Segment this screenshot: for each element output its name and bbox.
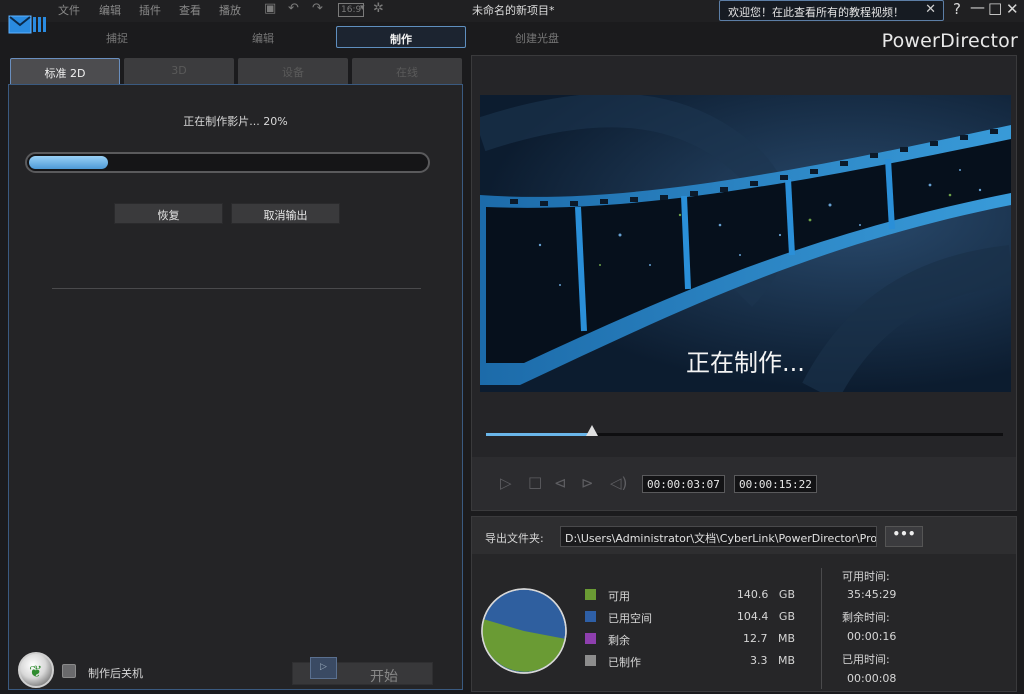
legend-available: 可用 140.6 GB [585, 588, 795, 603]
legend-swatch [585, 655, 596, 666]
welcome-tip-text: 欢迎您！在此查看所有的教程视频！ [728, 6, 904, 19]
production-progress-fill [29, 156, 108, 169]
output-folder-field[interactable]: D:\Users\Administrator\文档\CyberLink\Powe… [560, 526, 877, 547]
menu-plugins[interactable]: 插件 [139, 2, 161, 18]
production-progress-bar [25, 152, 430, 173]
next-frame-icon[interactable]: ⊳ [581, 474, 594, 492]
menu-bar: 文件 编辑 插件 查看 播放 ▣ ↶ ↷ 16:9 ▾ ✲ 未命名的新项目* 欢… [0, 0, 1024, 22]
preview-window: 正在制作... [480, 95, 1011, 392]
play-icon[interactable]: ▷ [500, 474, 512, 492]
seek-thumb[interactable] [586, 425, 598, 436]
seek-progress [486, 433, 592, 436]
preview-caption: 正在制作... [686, 349, 805, 377]
preview-seek-slider[interactable] [486, 425, 1003, 436]
leaf-icon: ❦ [29, 662, 43, 681]
undo-icon[interactable]: ↶ [288, 1, 299, 16]
available-time-label: 可用时间: [842, 570, 890, 583]
output-folder-row: 导出文件夹: D:\Users\Administrator\文档\CyberLi… [472, 517, 1016, 554]
brand-title: PowerDirector [881, 30, 1018, 52]
divider [52, 288, 421, 289]
tab-edit[interactable]: 编辑 [208, 26, 318, 48]
close-icon[interactable]: ✕ [925, 2, 936, 17]
settings-gear-icon[interactable]: ✲ [373, 1, 384, 16]
tab-standard-2d[interactable]: 标准 2D [10, 58, 120, 84]
production-status: 正在制作影片... 20% [183, 115, 288, 128]
previous-frame-icon[interactable]: ⊲ [554, 474, 567, 492]
tab-online[interactable]: 在线 [352, 58, 462, 84]
legend-value: 12.7 MB [742, 632, 795, 645]
legend-produced: 已制作 3.3 MB [585, 654, 795, 669]
production-panel: 正在制作影片... 20% 恢复 取消输出 ❦ 制作后关机 ▷ 开始 [8, 84, 463, 690]
save-icon[interactable]: ▣ [264, 1, 276, 16]
legend-swatch [585, 589, 596, 600]
legend-swatch [585, 611, 596, 622]
elapsed-time-value: 00:00:08 [847, 672, 897, 685]
legend-remaining: 剩余 12.7 MB [585, 632, 795, 647]
help-button[interactable]: ? [953, 0, 961, 18]
minimize-button[interactable]: — [970, 0, 985, 16]
legend-label: 已用空间 [608, 612, 652, 625]
menu-edit[interactable]: 编辑 [99, 2, 121, 18]
legend-value: 3.3 MB [749, 654, 795, 667]
stop-icon[interactable]: □ [528, 473, 542, 491]
legend-label: 已制作 [608, 656, 641, 669]
browse-folder-button[interactable]: ••• [885, 526, 923, 547]
menu-playback[interactable]: 播放 [219, 2, 241, 18]
playback-controls: ▷ □ ⊲ ⊳ ◁) 00:00:03:07 00:00:15:22 [472, 457, 1016, 510]
current-timecode: 00:00:03:07 [642, 475, 725, 493]
menu-view[interactable]: 查看 [179, 2, 201, 18]
mode-tabs: 捕捉 编辑 制作 创建光盘 [0, 24, 1024, 50]
power-saving-leaf-icon[interactable]: ❦ [18, 652, 54, 688]
window-title: 未命名的新项目* [472, 4, 555, 17]
welcome-tutorial-tip[interactable]: 欢迎您！在此查看所有的教程视频！ ✕ [719, 0, 944, 21]
disk-usage-pie-chart [481, 588, 567, 674]
menu-file[interactable]: 文件 [58, 2, 80, 18]
volume-icon[interactable]: ◁) [610, 474, 627, 492]
tab-device[interactable]: 设备 [238, 58, 348, 84]
legend-swatch [585, 633, 596, 644]
produce-format-tabs: 标准 2D 3D 设备 在线 [10, 58, 462, 84]
tab-3d[interactable]: 3D [124, 58, 234, 84]
chevron-down-icon[interactable]: ▾ [360, 3, 365, 13]
remaining-time-label: 剩余时间: [842, 611, 890, 624]
legend-used-space: 已用空间 104.4 GB [585, 610, 795, 625]
cancel-output-button[interactable]: 取消输出 [231, 203, 340, 224]
tab-produce[interactable]: 制作 [336, 26, 466, 48]
shutdown-after-production-label: 制作后关机 [88, 667, 143, 680]
remaining-time-value: 00:00:16 [847, 630, 897, 643]
output-panel: 导出文件夹: D:\Users\Administrator\文档\CyberLi… [471, 516, 1017, 692]
elapsed-time-label: 已用时间: [842, 653, 890, 666]
total-timecode: 00:00:15:22 [734, 475, 817, 493]
film-play-icon: ▷ [310, 657, 337, 679]
legend-label: 可用 [608, 590, 630, 603]
legend-value: 104.4 GB [736, 610, 795, 623]
preview-panel: 正在制作... ▷ □ ⊲ ⊳ ◁) 00:00:03:07 00:00:15:… [471, 55, 1017, 511]
maximize-button[interactable]: □ [988, 0, 1002, 17]
legend-value: 140.6 GB [736, 588, 795, 601]
start-button[interactable]: ▷ 开始 [292, 657, 433, 685]
legend-label: 剩余 [608, 634, 630, 647]
divider [821, 568, 822, 689]
start-label: 开始 [370, 669, 398, 685]
redo-icon[interactable]: ↷ [312, 1, 323, 16]
tab-create-disc[interactable]: 创建光盘 [482, 26, 592, 48]
close-window-button[interactable]: ✕ [1006, 0, 1019, 18]
resume-button[interactable]: 恢复 [114, 203, 223, 224]
shutdown-after-production-checkbox[interactable] [62, 664, 76, 678]
available-time-value: 35:45:29 [847, 588, 897, 601]
tab-capture[interactable]: 捕捉 [62, 26, 172, 48]
output-folder-label: 导出文件夹: [485, 532, 544, 545]
